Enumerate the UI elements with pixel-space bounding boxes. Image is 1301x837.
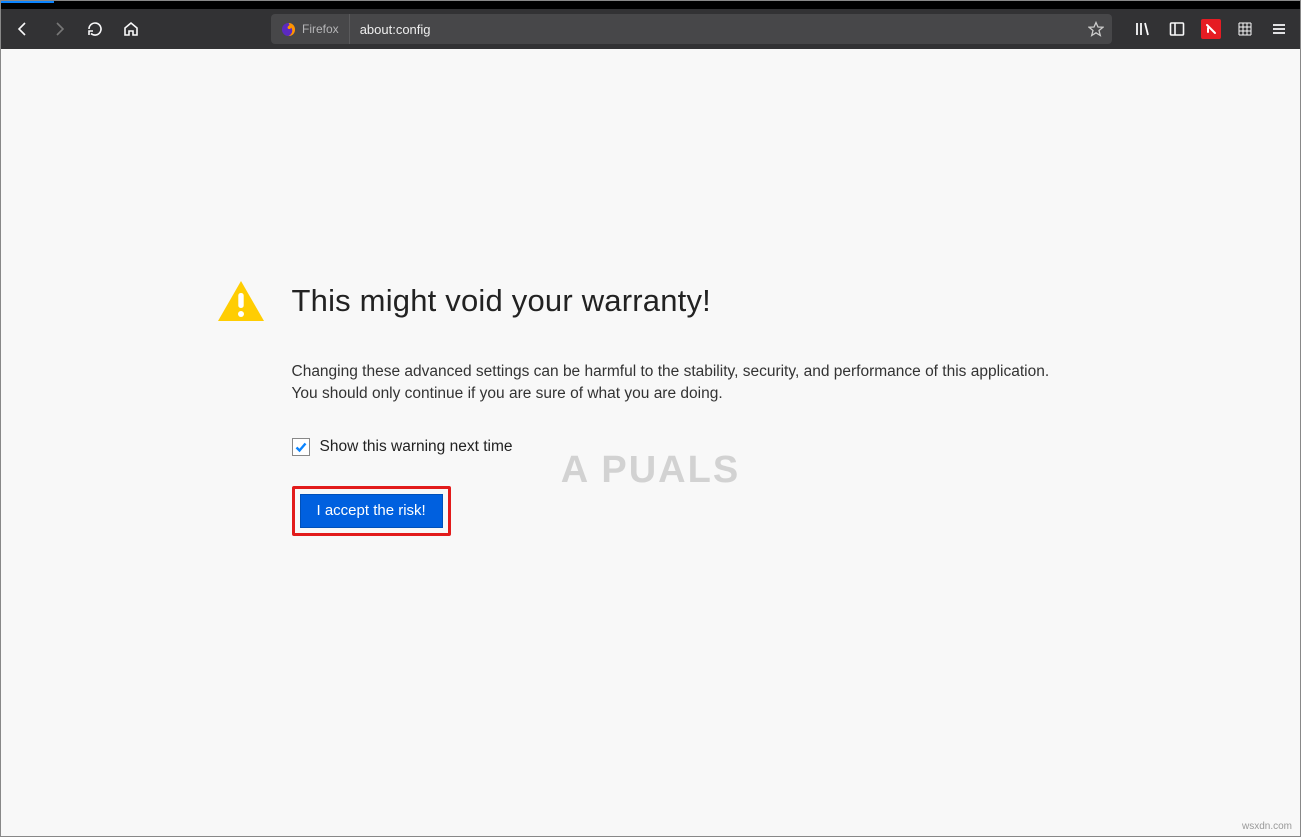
check-icon: [294, 440, 308, 454]
show-warning-label: Show this warning next time: [320, 438, 513, 456]
ublock-icon: [1201, 19, 1221, 39]
warning-panel: This might void your warranty! Changing …: [216, 279, 1086, 536]
toolbar-right: [1128, 14, 1294, 44]
ublock-extension-button[interactable]: [1196, 14, 1226, 44]
hamburger-menu-button[interactable]: [1264, 14, 1294, 44]
url-bar[interactable]: Firefox about:config: [271, 14, 1112, 44]
active-tab-indicator: [1, 1, 54, 3]
firefox-icon: [281, 22, 296, 37]
grid-extension-button[interactable]: [1230, 14, 1260, 44]
url-text[interactable]: about:config: [350, 22, 1080, 37]
identity-label: Firefox: [302, 22, 339, 36]
accept-risk-button[interactable]: I accept the risk!: [300, 494, 443, 528]
warning-icon: [216, 279, 266, 323]
browser-window: Firefox about:config: [0, 0, 1301, 837]
accept-button-highlight: I accept the risk!: [292, 486, 451, 536]
attribution-text: wsxdn.com: [1242, 821, 1292, 832]
forward-button[interactable]: [43, 13, 75, 45]
bookmark-star-button[interactable]: [1080, 21, 1112, 37]
library-button[interactable]: [1128, 14, 1158, 44]
show-warning-checkbox[interactable]: [292, 438, 310, 456]
title-row: This might void your warranty!: [216, 279, 1086, 323]
warning-body-text: Changing these advanced settings can be …: [292, 361, 1062, 406]
identity-box[interactable]: Firefox: [271, 14, 350, 44]
page-content: A PUALS This might void your warranty! C…: [1, 49, 1300, 836]
tab-strip[interactable]: [1, 1, 1300, 9]
page-title: This might void your warranty!: [292, 283, 711, 319]
show-warning-checkbox-row[interactable]: Show this warning next time: [292, 438, 1086, 456]
home-button[interactable]: [115, 13, 147, 45]
sidebar-button[interactable]: [1162, 14, 1192, 44]
back-button[interactable]: [7, 13, 39, 45]
reload-button[interactable]: [79, 13, 111, 45]
toolbar: Firefox about:config: [1, 9, 1300, 49]
